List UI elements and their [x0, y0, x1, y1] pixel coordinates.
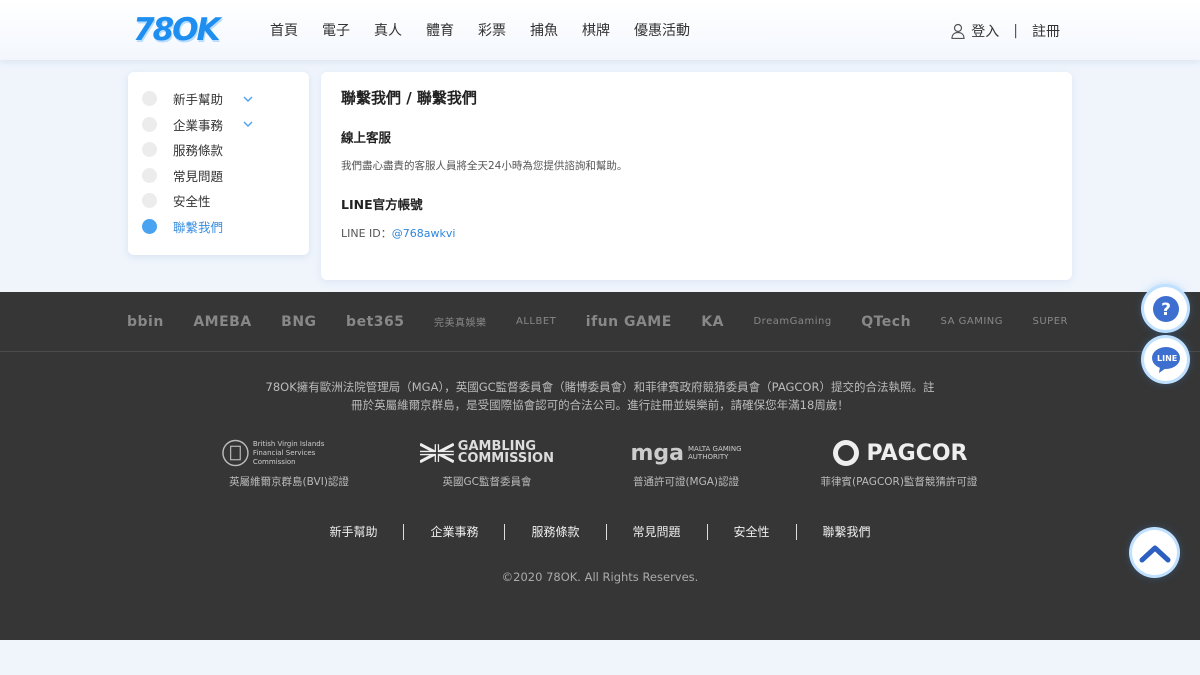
- provider-logo-ka: KA: [701, 313, 724, 330]
- footer-link-faq[interactable]: 常見問題: [605, 524, 707, 540]
- sidebar-item-label: 聯繫我們: [173, 219, 224, 235]
- sidebar-item-corporate[interactable]: 企業事務: [128, 112, 309, 138]
- sidebar-item-faq[interactable]: 常見問題: [128, 163, 309, 189]
- license-caption: 菲律賓(PAGCOR)監督競猜許可證: [820, 476, 978, 488]
- uk-flag-icon: [420, 442, 454, 464]
- sidebar-item-beginner-help[interactable]: 新手幫助: [128, 86, 309, 112]
- help-button[interactable]: ?: [1144, 287, 1187, 330]
- license-logos: British Virgin Islands Financial Service…: [0, 435, 1200, 495]
- pagcor-seal-icon: [832, 440, 859, 466]
- nav-item-fishing[interactable]: 捕魚: [530, 20, 558, 40]
- provider-logo-super: SUPER: [1032, 316, 1068, 327]
- provider-logo-ifun: ifun GAME: [585, 313, 672, 330]
- footer-link-beginner-help[interactable]: 新手幫助: [303, 524, 403, 540]
- bullet-dot: [142, 142, 157, 158]
- bvi-seal-icon: [222, 439, 249, 467]
- provider-logo-bng: BNG: [281, 313, 317, 330]
- footer-link-security[interactable]: 安全性: [706, 524, 796, 540]
- site-footer: bbin AMEBA BNG bet365 完美真娛樂 ALLBET ifun …: [0, 292, 1200, 640]
- provider-logo-allbet: ALLBET: [515, 316, 557, 327]
- sidebar-item-label: 安全性: [173, 194, 211, 210]
- nav-item-home[interactable]: 首頁: [270, 20, 298, 40]
- bullet-dot: [142, 116, 157, 132]
- sidebar-item-contact-us[interactable]: 聯繫我們: [128, 214, 309, 240]
- provider-logo-dream-gaming: DreamGaming: [753, 316, 832, 327]
- license-mga: mga MALTA GAMING AUTHORITY 普通許可證(MGA)認證: [618, 435, 754, 489]
- register-link[interactable]: 註冊: [1032, 21, 1060, 41]
- nav-item-cards[interactable]: 棋牌: [582, 20, 610, 40]
- main-nav: 首頁 電子 真人 體育 彩票 捕魚 棋牌 優惠活動: [270, 20, 714, 40]
- section-title-online-support: 線上客服: [341, 130, 392, 145]
- bvi-logo-line1: British Virgin Islands: [252, 439, 325, 448]
- mga-logo-line2: AUTHORITY: [688, 453, 729, 461]
- footer-links: 新手幫助 企業事務 服務條款 常見問題 安全性 聯繫我們: [0, 524, 1200, 540]
- section-title-line-account: LINE官方帳號: [341, 197, 423, 212]
- bullet-dot-active: [142, 218, 157, 234]
- login-link[interactable]: 登入: [971, 21, 999, 41]
- site-header: 78OK 首頁 電子 真人 體育 彩票 捕魚 棋牌 優惠活動 登入 | 註冊: [0, 0, 1200, 60]
- chevron-down-icon[interactable]: [243, 119, 253, 129]
- provider-logo-sa-gaming: SA GAMING: [940, 316, 1003, 327]
- sidebar-item-security[interactable]: 安全性: [128, 188, 309, 214]
- svg-text:?: ?: [1161, 300, 1171, 320]
- bullet-dot: [142, 167, 157, 183]
- section-text-online-support: 我們盡心盡責的客服人員將全天24小時為您提供諮詢和幫助。: [341, 160, 628, 172]
- pagcor-logo-text: PAGCOR: [866, 440, 968, 466]
- gc-logo-line2: COMMISSION: [457, 451, 554, 466]
- auth-links: 登入 | 註冊: [951, 21, 1060, 41]
- logo-text: 78OK: [133, 12, 221, 48]
- mga-logo-line1: MALTA GAMING: [688, 445, 742, 453]
- nav-item-slots[interactable]: 電子: [322, 20, 350, 40]
- site-logo[interactable]: 78OK: [133, 12, 221, 48]
- footer-link-contact-us[interactable]: 聯繫我們: [795, 524, 897, 540]
- provider-logo-qtech: QTech: [861, 313, 912, 330]
- line-id-label: LINE ID：: [341, 227, 392, 240]
- license-gc: GAMBLING COMMISSION 英國GC監督委員會: [420, 435, 554, 489]
- auth-separator: |: [1013, 23, 1018, 39]
- provider-logo-ameba: AMEBA: [193, 313, 252, 330]
- provider-logo-bbin: bbin: [127, 313, 164, 330]
- line-id-row: LINE ID：@768awkvi: [341, 225, 1052, 241]
- sidebar-item-label: 新手幫助: [173, 92, 224, 108]
- license-caption: 英屬維爾京群島(BVI)認證: [229, 476, 349, 488]
- bullet-dot: [142, 91, 157, 107]
- bullet-dot: [142, 193, 157, 209]
- footer-link-terms[interactable]: 服務條款: [504, 524, 605, 540]
- sidebar-item-terms[interactable]: 服務條款: [128, 137, 309, 163]
- footer-link-corporate[interactable]: 企業事務: [403, 524, 504, 540]
- bvi-logo-line2: Financial Services Commission: [252, 448, 316, 466]
- content-panel: 聯繫我們 / 聯繫我們 線上客服 我們盡心盡責的客服人員將全天24小時為您提供諮…: [321, 72, 1072, 280]
- license-bvi: British Virgin Islands Financial Service…: [222, 435, 356, 489]
- page-title: 聯繫我們 / 聯繫我們: [341, 89, 477, 107]
- nav-item-live[interactable]: 真人: [374, 20, 402, 40]
- question-icon: ?: [1152, 295, 1179, 322]
- nav-item-sports[interactable]: 體育: [426, 20, 454, 40]
- sidebar-item-label: 企業事務: [173, 117, 224, 133]
- license-statement: 78OK擁有歐洲法院管理局（MGA），英國GC監督委員會（賭博委員會）和菲律賓政…: [265, 380, 935, 412]
- provider-logo-bet365: bet365: [346, 313, 405, 330]
- mga-logo-text: mga: [630, 440, 685, 466]
- provider-logos: bbin AMEBA BNG bet365 完美真娛樂 ALLBET ifun …: [0, 292, 1200, 352]
- line-id-link[interactable]: @768awkvi: [392, 227, 456, 240]
- line-button-label: LINE: [1157, 354, 1178, 363]
- provider-logo-wm: 完美真娛樂: [433, 318, 487, 329]
- license-caption: 英國GC監督委員會: [442, 476, 532, 488]
- license-pagcor: PAGCOR 菲律賓(PAGCOR)監督競猜許可證: [818, 435, 980, 489]
- license-caption: 普通許可證(MGA)認證: [632, 476, 740, 488]
- back-to-top-button[interactable]: [1132, 530, 1177, 575]
- help-sidebar: 新手幫助 企業事務 服務條款 常見問題 安全性 聯繫我們: [128, 72, 309, 255]
- nav-item-promotions[interactable]: 優惠活動: [634, 20, 690, 40]
- user-icon: [951, 23, 965, 39]
- sidebar-item-label: 服務條款: [173, 143, 224, 159]
- nav-item-lottery[interactable]: 彩票: [478, 20, 506, 40]
- line-button[interactable]: LINE: [1144, 338, 1187, 381]
- chevron-down-icon[interactable]: [243, 94, 253, 104]
- copyright: ©2020 78OK. All Rights Reserves.: [501, 570, 699, 584]
- sidebar-item-label: 常見問題: [173, 168, 224, 184]
- chevron-up-icon: [1139, 545, 1170, 562]
